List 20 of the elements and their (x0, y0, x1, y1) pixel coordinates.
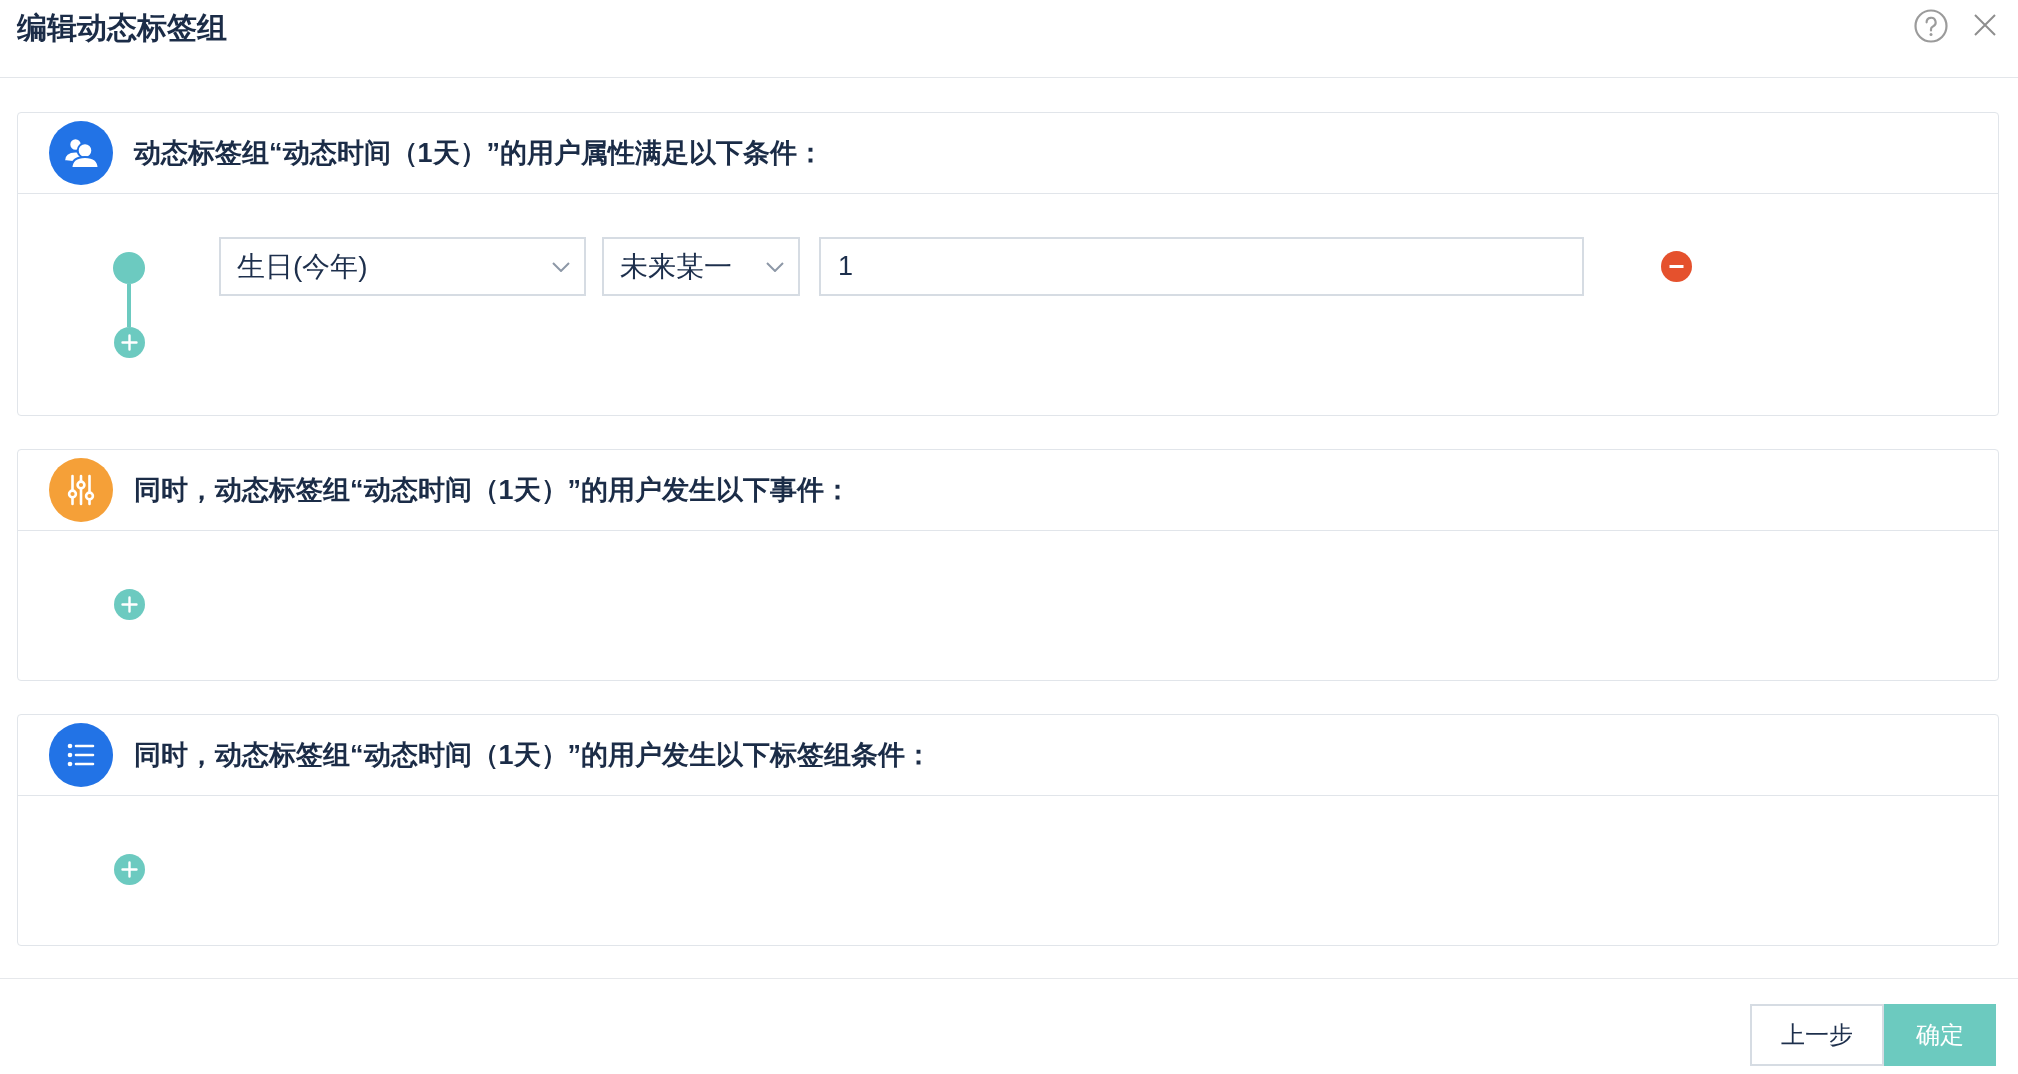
section-title: 同时，动态标签组“动态时间（1天）”的用户发生以下事件： (134, 474, 852, 507)
close-icon[interactable] (1974, 14, 1996, 36)
section-title: 同时，动态标签组“动态时间（1天）”的用户发生以下标签组条件： (134, 739, 933, 772)
field-dropdown[interactable]: 生日(今年) (219, 237, 586, 296)
back-button[interactable]: 上一步 (1750, 1004, 1884, 1066)
chevron-down-icon (552, 261, 570, 272)
value-input[interactable]: 1 (819, 237, 1584, 296)
operator-dropdown[interactable]: 未来某一 (602, 237, 800, 296)
minus-icon[interactable] (1661, 251, 1692, 282)
plus-icon[interactable] (113, 589, 145, 620)
plus-icon[interactable] (113, 327, 145, 358)
dialog-title: 编辑动态标签组 (17, 12, 227, 44)
sliders-icon (49, 458, 113, 522)
users-icon (49, 121, 113, 185)
help-icon[interactable] (1914, 9, 1948, 43)
node-dot-icon (113, 252, 145, 284)
list-icon (49, 723, 113, 787)
section-title: 动态标签组“动态时间（1天）”的用户属性满足以下条件： (134, 137, 825, 170)
plus-icon[interactable] (113, 854, 145, 885)
chevron-down-icon (766, 261, 784, 272)
